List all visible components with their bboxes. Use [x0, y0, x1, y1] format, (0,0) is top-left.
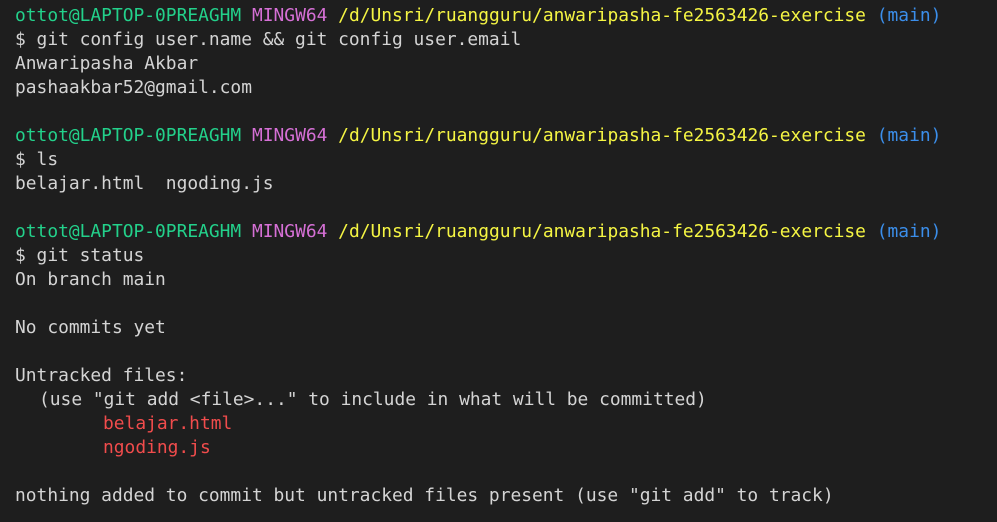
terminal-window[interactable]: ottot@LAPTOP-0PREAGHM MINGW64 /d/Unsri/r… [0, 0, 997, 522]
command-line: $ ls [15, 149, 59, 170]
untracked-file: ngoding.js [103, 437, 211, 458]
output-line: belajar.html ngoding.js [15, 173, 274, 194]
prompt-msystem: MINGW64 [251, 221, 328, 242]
prompt-path: /d/Unsri/ruangguru/anwaripasha-fe2563426… [338, 125, 866, 146]
status-summary: nothing added to commit but untracked fi… [15, 485, 834, 506]
prompt-line: ottot@LAPTOP-0PREAGHM MINGW64 /d/Unsri/r… [15, 220, 997, 244]
prompt-git-branch: (main) [876, 5, 942, 26]
prompt-path: /d/Unsri/ruangguru/anwaripasha-fe2563426… [338, 5, 866, 26]
status-on-branch: On branch main [15, 269, 166, 290]
prompt-git-branch: (main) [876, 125, 942, 146]
prompt-line: ottot@LAPTOP-0PREAGHM MINGW64 /d/Unsri/r… [15, 124, 997, 148]
prompt-user-host: ottot@LAPTOP-0PREAGHM [15, 125, 242, 146]
status-hint: (use "git add <file>..." to include in w… [39, 389, 707, 410]
command-line: $ git config user.name && git config use… [15, 29, 522, 50]
prompt-git-branch: (main) [876, 221, 942, 242]
prompt-path: /d/Unsri/ruangguru/anwaripasha-fe2563426… [338, 221, 866, 242]
prompt-msystem: MINGW64 [251, 5, 328, 26]
output-line: Anwaripasha Akbar [15, 53, 199, 74]
prompt-user-host: ottot@LAPTOP-0PREAGHM [15, 5, 242, 26]
untracked-file: belajar.html [103, 413, 233, 434]
status-untracked-header: Untracked files: [15, 365, 188, 386]
output-line: pashaakbar52@gmail.com [15, 77, 252, 98]
prompt-line: ottot@LAPTOP-0PREAGHM MINGW64 /d/Unsri/r… [15, 4, 997, 28]
prompt-user-host: ottot@LAPTOP-0PREAGHM [15, 221, 242, 242]
prompt-msystem: MINGW64 [251, 125, 328, 146]
status-no-commits: No commits yet [15, 317, 166, 338]
command-line: $ git status [15, 245, 145, 266]
